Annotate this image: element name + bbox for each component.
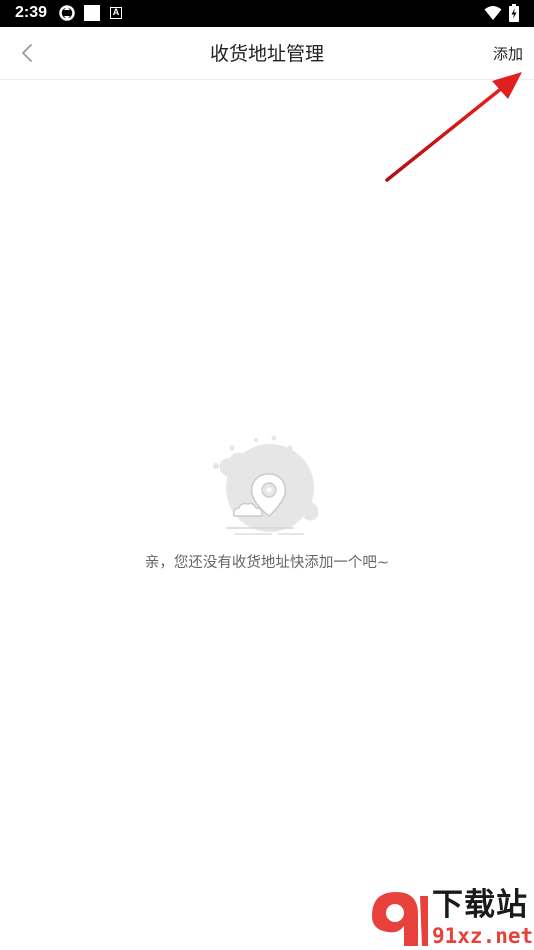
app-a-icon: A xyxy=(110,7,122,19)
empty-address-illustration xyxy=(213,435,319,535)
status-bar: 2:39 A xyxy=(0,0,534,27)
status-time: 2:39 xyxy=(15,4,48,21)
watermark-title: 下载站 xyxy=(432,887,528,923)
sync-icon xyxy=(59,5,75,21)
empty-state-message: 亲，您还没有收货地址快添加一个吧~ xyxy=(144,555,390,571)
watermark: 下载站 91xz.net xyxy=(366,886,534,950)
wifi-icon xyxy=(484,6,502,20)
watermark-domain: 91xz.net xyxy=(432,924,534,948)
annotation-arrow-icon xyxy=(385,72,522,182)
watermark-logo-icon xyxy=(372,892,428,946)
notification-square-icon xyxy=(84,5,100,21)
battery-charging-icon xyxy=(509,4,519,22)
